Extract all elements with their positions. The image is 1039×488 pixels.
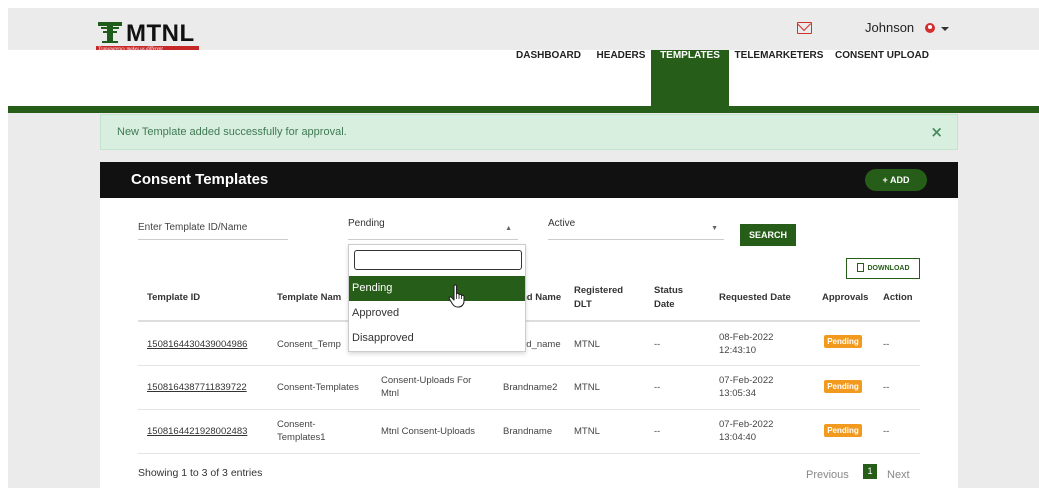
template-search-input[interactable] [138, 216, 288, 240]
templates-card: Consent Templates + ADD Pending ▲ Active… [100, 162, 958, 488]
row2-brand: Brandname2 [503, 382, 558, 393]
row2-dlt: MTNL [574, 382, 600, 393]
download-label: DOWNLOAD [867, 265, 910, 272]
hand-cursor-icon [448, 284, 465, 308]
row1-action: -- [883, 339, 890, 350]
card-header: Consent Templates + ADD [100, 162, 958, 198]
row1-approval-badge: Pending [824, 335, 862, 348]
row3-status-date: -- [654, 426, 661, 437]
success-alert: New Template added successfully for appr… [100, 114, 958, 150]
row-divider [138, 409, 920, 410]
chevron-down-icon: ▼ [711, 225, 718, 232]
th-registered[interactable]: Registered [574, 284, 623, 298]
chevron-up-icon: ▲ [505, 225, 512, 232]
th-status[interactable]: Status [654, 284, 683, 298]
nav-underline [8, 106, 1039, 113]
page: MTNL Transparency makes us different Joh… [8, 8, 1039, 488]
nav-templates[interactable]: TEMPLATES [651, 50, 729, 106]
row3-template-id[interactable]: 1508164421928002483 [147, 425, 247, 438]
table-header-divider [138, 320, 920, 322]
row3-req-date: 07-Feb-2022 [719, 419, 774, 430]
th-template-id[interactable]: Template ID [147, 291, 200, 305]
entries-info: Showing 1 to 3 of 3 entries [138, 467, 263, 479]
row2-action: -- [883, 382, 890, 393]
main-nav: DASHBOARD HEADERS TEMPLATES TELEMARKETER… [8, 50, 1039, 106]
approval-select[interactable]: Pending ▲ [348, 218, 518, 240]
approval-select-value: Pending [348, 218, 385, 229]
search-button[interactable]: SEARCH [740, 224, 796, 246]
th-approvals[interactable]: Approvals [822, 291, 868, 305]
user-name[interactable]: Johnson [865, 20, 914, 35]
nav-consent-upload[interactable]: CONSENT UPLOAD [829, 50, 935, 106]
dropdown-search-input[interactable] [354, 250, 522, 270]
card-title: Consent Templates [131, 171, 269, 188]
th-template-name[interactable]: Template Nam [277, 291, 341, 305]
row1-status-date: -- [654, 339, 661, 350]
row1-req-time: 12:43:10 [719, 345, 756, 356]
pagination-previous[interactable]: Previous [806, 469, 849, 481]
th-date: Date [654, 299, 675, 310]
row2-desc-line1: Consent-Uploads For [381, 375, 472, 386]
status-select-value: Active [548, 218, 576, 229]
row1-dlt: MTNL [574, 339, 600, 350]
dropdown-option-pending[interactable]: Pending [349, 276, 525, 301]
th-dlt: DLT [574, 299, 592, 310]
add-button[interactable]: + ADD [865, 169, 927, 191]
row3-action: -- [883, 426, 890, 437]
nav-dashboard[interactable]: DASHBOARD [506, 50, 591, 106]
download-button[interactable]: DOWNLOAD [846, 258, 920, 279]
row3-desc: Mtnl Consent-Uploads [381, 426, 475, 437]
row1-req-date: 08-Feb-2022 [719, 332, 774, 343]
logo-text: MTNL [126, 20, 195, 47]
row2-desc-line2: Mtnl [381, 388, 399, 399]
row3-template-name-line2: Templates1 [277, 432, 326, 443]
row2-approval-badge: Pending [824, 380, 862, 393]
row3-brand: Brandname [503, 426, 553, 437]
row2-template-name: Consent-Templates [277, 382, 359, 393]
row2-req-time: 13:05:34 [719, 388, 756, 399]
row-divider [138, 365, 920, 366]
nav-telemarketers[interactable]: TELEMARKETERS [729, 50, 829, 106]
row2-req-date: 07-Feb-2022 [719, 375, 774, 386]
row1-template-id[interactable]: 1508164430439004986 [147, 338, 247, 351]
row2-status-date: -- [654, 382, 661, 393]
document-icon [856, 263, 864, 272]
status-select[interactable]: Active ▼ [548, 218, 724, 240]
row3-template-name-line1: Consent- [277, 419, 316, 430]
th-requested-date[interactable]: Requested Date [719, 291, 791, 305]
th-brand-name[interactable]: nd Name [521, 291, 561, 305]
nav-headers[interactable]: HEADERS [591, 50, 651, 106]
user-icon[interactable] [925, 23, 935, 33]
th-action: Action [883, 292, 913, 303]
dropdown-option-approved[interactable]: Approved [349, 301, 525, 326]
alert-message: New Template added successfully for appr… [117, 126, 347, 138]
row1-brand: nd_name [521, 339, 561, 350]
row3-approval-badge: Pending [824, 424, 862, 437]
user-menu-caret-icon[interactable] [941, 27, 949, 31]
logo-tower-icon [98, 22, 122, 43]
row3-req-time: 13:04:40 [719, 432, 756, 443]
approval-dropdown-menu: Pending Approved Disapproved [348, 244, 526, 352]
mtnl-logo[interactable]: MTNL Transparency makes us different [96, 18, 211, 53]
mail-icon[interactable] [797, 22, 812, 34]
close-icon[interactable]: × [930, 123, 943, 141]
row-divider [138, 453, 920, 454]
pagination-page-1[interactable]: 1 [863, 464, 877, 479]
row2-template-id[interactable]: 1508164387711839722 [147, 381, 247, 394]
row1-template-name: Consent_Temp [277, 339, 341, 350]
row3-dlt: MTNL [574, 426, 600, 437]
top-bar: MTNL Transparency makes us different Joh… [8, 8, 1039, 53]
dropdown-option-disapproved[interactable]: Disapproved [349, 326, 525, 351]
pagination-next[interactable]: Next [887, 469, 910, 481]
